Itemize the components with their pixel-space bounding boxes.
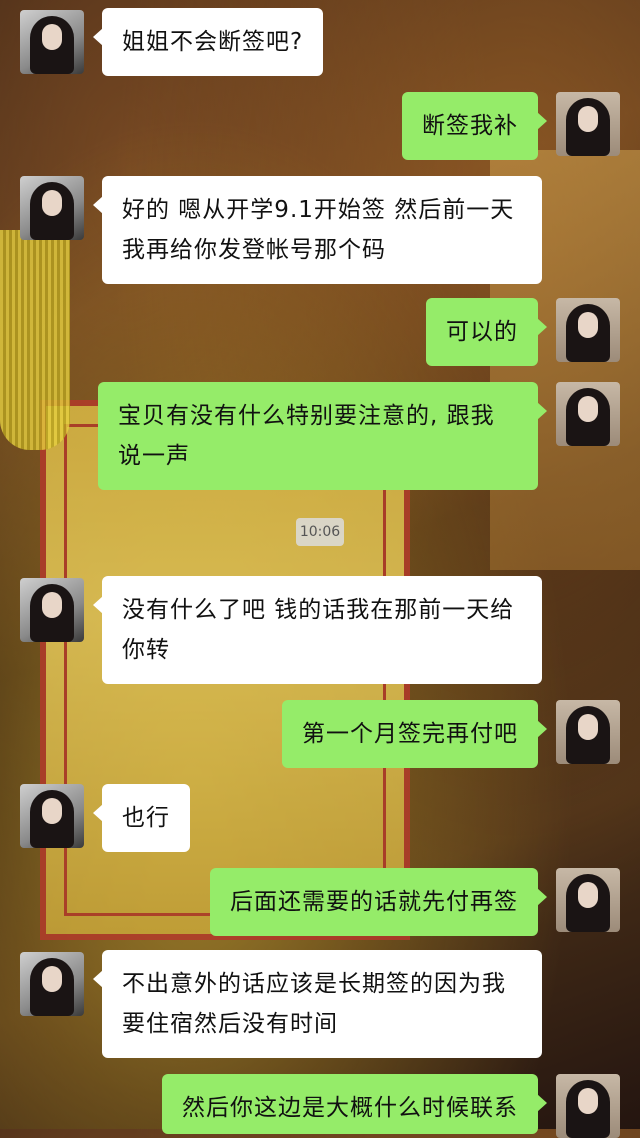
message-bubble-outgoing[interactable]: 可以的: [426, 298, 547, 366]
avatar-contact[interactable]: [20, 952, 84, 1016]
message-bubble-incoming[interactable]: 也行: [93, 784, 190, 852]
message-bubble-incoming[interactable]: 姐姐不会断签吧?: [92, 8, 324, 76]
avatar-contact[interactable]: [20, 578, 84, 642]
message-bubble-incoming[interactable]: 没有什么了吧 钱的话我在那前一天给你转: [93, 576, 542, 684]
avatar-self[interactable]: [556, 298, 620, 362]
message-bubble-incoming[interactable]: 不出意外的话应该是长期签的因为我要住宿然后没有时间: [93, 950, 542, 1058]
message-bubble-outgoing[interactable]: 断签我补: [402, 92, 547, 160]
message-bubble-outgoing[interactable]: 然后你这边是大概什么时候联系: [162, 1074, 547, 1134]
avatar-contact[interactable]: [20, 176, 84, 240]
avatar-contact[interactable]: [20, 10, 84, 74]
message-bubble-outgoing[interactable]: 宝贝有没有什么特别要注意的, 跟我说一声: [98, 382, 547, 490]
avatar-contact[interactable]: [20, 784, 84, 848]
message-bubble-incoming[interactable]: 好的 嗯从开学9.1开始签 然后前一天我再给你发登帐号那个码: [93, 176, 542, 284]
message-timestamp: 10:06: [296, 518, 344, 546]
avatar-self[interactable]: [556, 700, 620, 764]
message-bubble-outgoing[interactable]: 第一个月签完再付吧: [282, 700, 547, 768]
avatar-self[interactable]: [556, 868, 620, 932]
chat-area[interactable]: 姐姐不会断签吧? 断签我补 好的 嗯从开学9.1开始签 然后前一天我再给你发登帐…: [0, 0, 640, 1138]
avatar-self[interactable]: [556, 1074, 620, 1138]
avatar-self[interactable]: [556, 92, 620, 156]
message-bubble-outgoing[interactable]: 后面还需要的话就先付再签: [210, 868, 547, 936]
avatar-self[interactable]: [556, 382, 620, 446]
